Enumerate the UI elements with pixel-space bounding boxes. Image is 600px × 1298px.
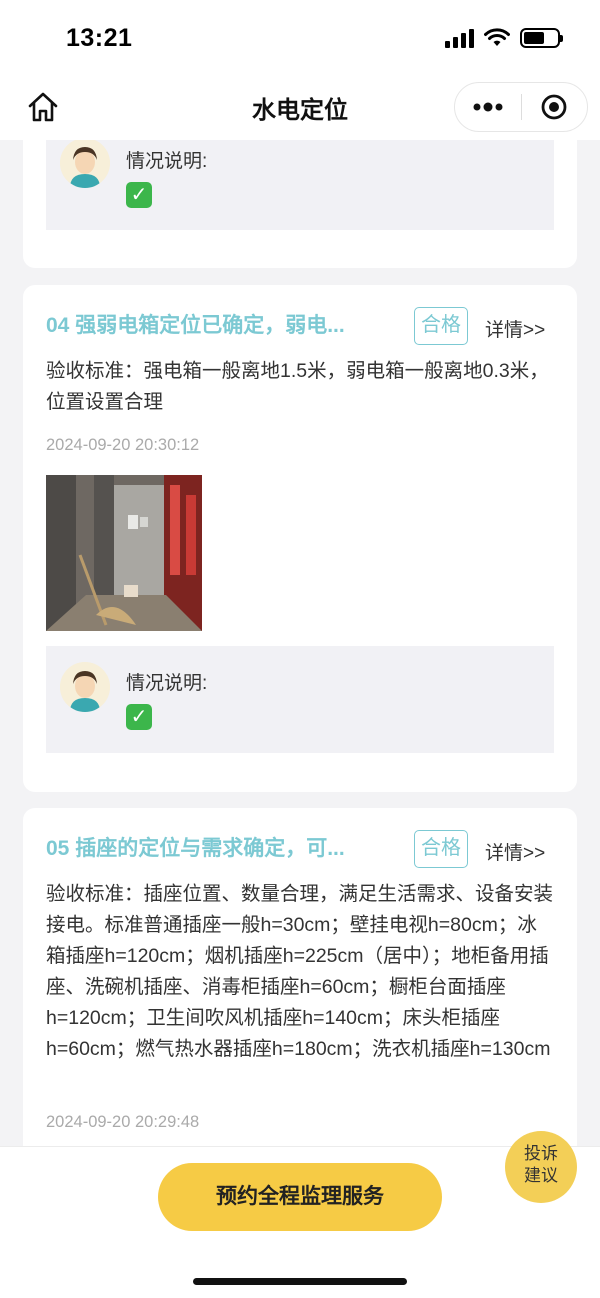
status-badge: 合格: [414, 830, 468, 868]
timestamp: 2024-09-20 20:29:48: [46, 1113, 200, 1131]
suggestion-label: 建议: [524, 1166, 558, 1185]
acceptance-standard: 验收标准：强电箱一般离地1.5米，弱电箱一般离地0.3米，位置设置合理: [46, 360, 549, 413]
item-title: 04 强弱电箱定位已确定，弱电...: [46, 314, 345, 337]
status-bar: 13:21: [0, 0, 600, 78]
inspection-card-top: 情况说明: ✓: [23, 140, 577, 268]
situation-note: 情况说明: ✓: [46, 140, 554, 230]
status-time: 13:21: [66, 24, 133, 52]
avatar-icon: [60, 140, 110, 188]
status-badge: 合格: [414, 307, 468, 345]
item-title: 05 插座的定位与需求确定，可...: [46, 837, 345, 860]
complaint-label: 投诉: [524, 1144, 558, 1163]
close-button[interactable]: [522, 83, 588, 131]
inspection-card: 04 强弱电箱定位已确定，弱电... 合格 详情>> 验收标准：强电箱一般离地1…: [23, 285, 577, 792]
timestamp: 2024-09-20 20:30:12: [46, 436, 200, 454]
inspection-photo[interactable]: [46, 475, 202, 631]
situation-label: 情况说明:: [126, 673, 208, 694]
signal-icon: [445, 28, 474, 48]
acceptance-standard: 验收标准：插座位置、数量合理，满足生活需求、设备安装接电。标准普通插座一般h=3…: [46, 883, 554, 1060]
check-icon: ✓: [126, 182, 152, 208]
nav-bar: 水电定位: [0, 78, 600, 140]
home-indicator: [193, 1278, 407, 1285]
battery-icon: [520, 28, 563, 48]
more-button[interactable]: [455, 83, 521, 131]
situation-label: 情况说明:: [126, 151, 208, 172]
check-icon: ✓: [126, 704, 152, 730]
wifi-icon: [484, 28, 510, 46]
detail-link[interactable]: 详情>>: [485, 838, 545, 865]
status-icons: [445, 28, 563, 48]
situation-note: 情况说明: ✓: [46, 646, 554, 753]
book-supervision-button[interactable]: 预约全程监理服务: [158, 1163, 442, 1231]
mini-program-capsule: [454, 82, 588, 132]
detail-link[interactable]: 详情>>: [485, 315, 545, 342]
more-dots-icon: [473, 102, 503, 112]
close-target-icon: [541, 94, 567, 120]
scroll-content[interactable]: 情况说明: ✓ 04 强弱电箱定位已确定，弱电... 合格 详情>> 验收标准：…: [0, 140, 600, 1146]
inspection-card: 05 插座的定位与需求确定，可... 合格 详情>> 验收标准：插座位置、数量合…: [23, 808, 577, 1146]
complaint-suggestion-button[interactable]: 投诉 建议: [505, 1131, 577, 1203]
avatar-icon: [60, 662, 110, 712]
